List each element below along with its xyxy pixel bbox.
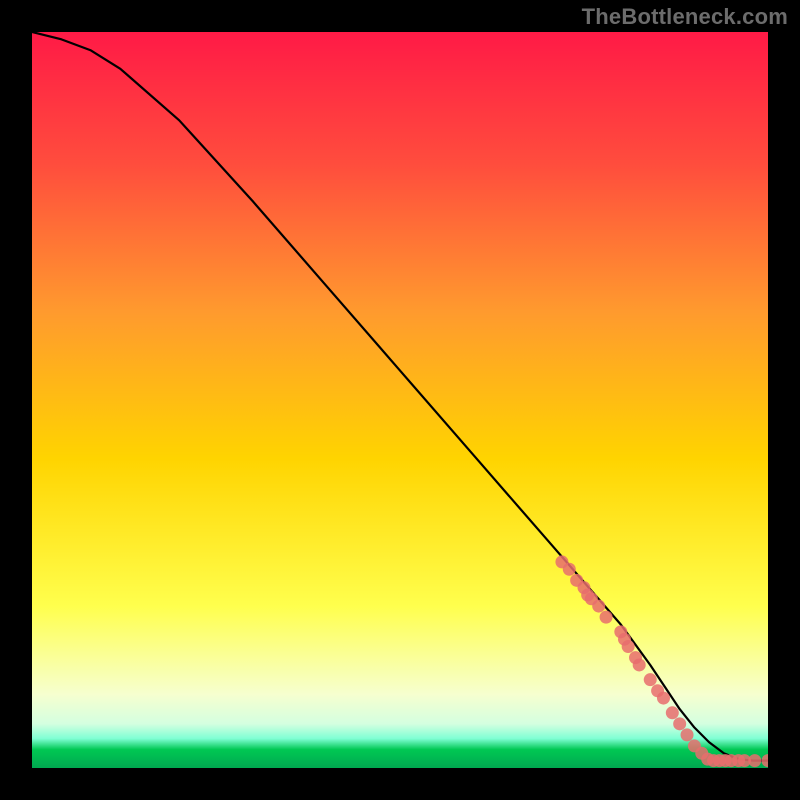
- marker-dot: [563, 563, 576, 576]
- marker-dot: [644, 673, 657, 686]
- marker-dot: [657, 692, 670, 705]
- marker-dot: [666, 706, 679, 719]
- marker-dot: [681, 728, 694, 741]
- chart-container: TheBottleneck.com: [0, 0, 800, 800]
- marker-dot: [592, 600, 605, 613]
- chart-svg: [32, 32, 768, 768]
- watermark-text: TheBottleneck.com: [582, 4, 788, 30]
- marker-dot: [633, 658, 646, 671]
- gradient-background: [32, 32, 768, 768]
- plot-area: [32, 32, 768, 768]
- marker-dot: [600, 611, 613, 624]
- marker-dot: [622, 640, 635, 653]
- marker-dot: [748, 754, 761, 767]
- marker-dot: [673, 717, 686, 730]
